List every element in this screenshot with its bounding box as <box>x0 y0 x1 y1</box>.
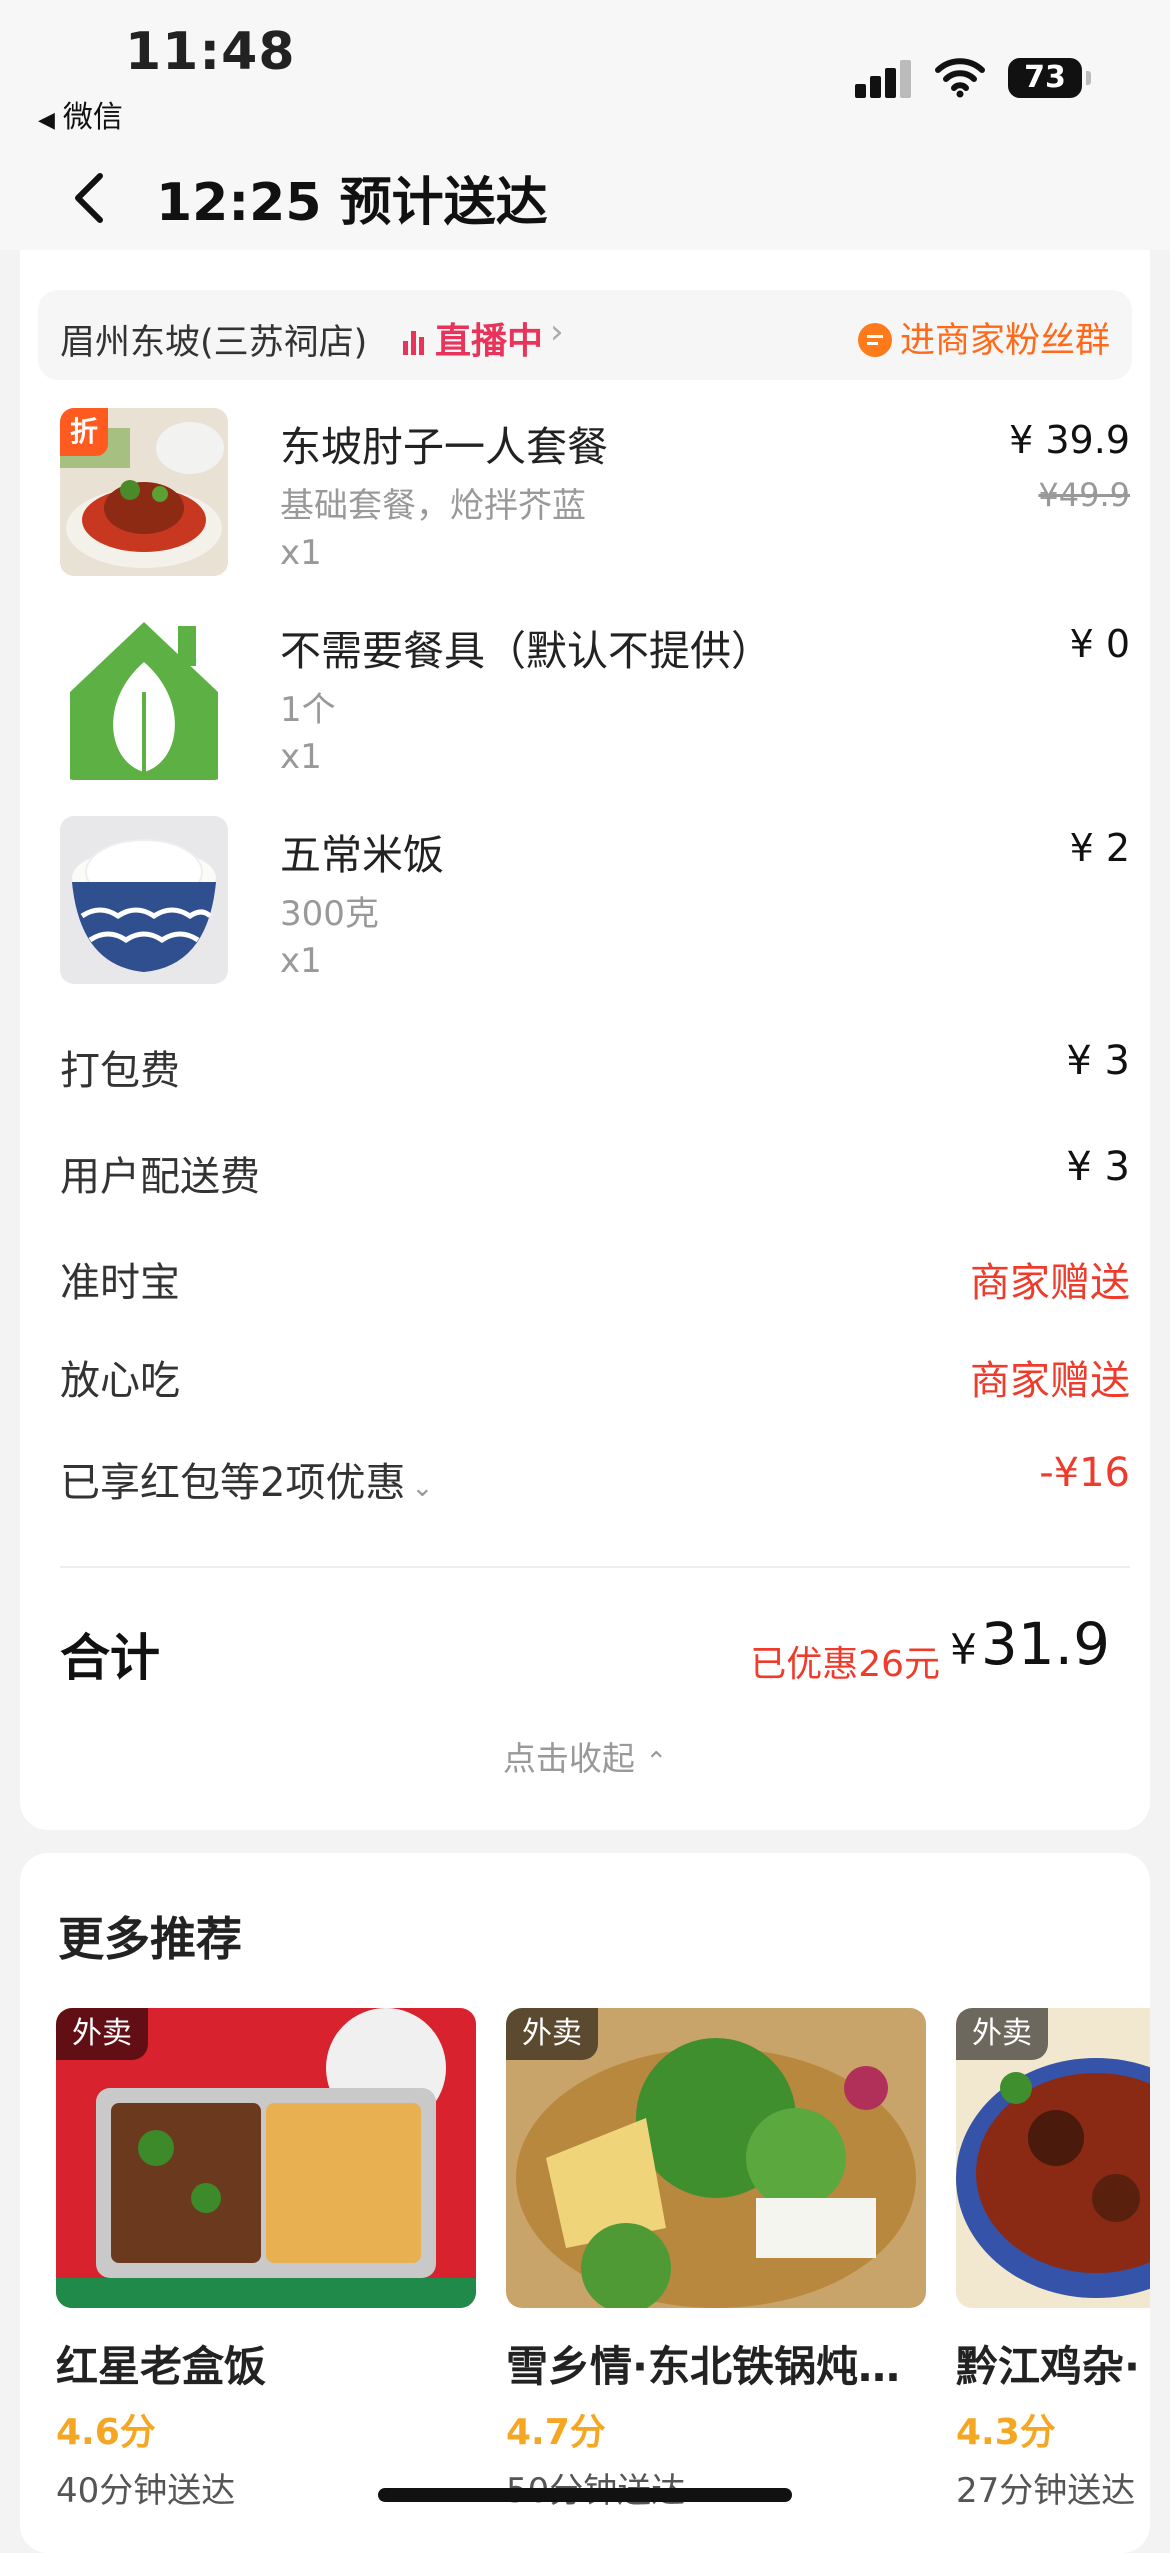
total-amount: ¥31.9 <box>950 1610 1110 1678</box>
order-item: 不需要餐具（默认不提供） 1个 x1 ¥ 0 <box>60 612 1130 782</box>
shop-name[interactable]: 眉州东坡(三苏祠店) <box>60 314 367 365</box>
chevron-right-icon: › <box>550 312 564 352</box>
chevron-up-icon: ⌃ <box>645 1747 668 1777</box>
restaurant-rating: 4.3分 <box>956 2412 1056 2453</box>
recommend-card[interactable]: 外卖 雪乡情·东北铁锅炖… 4.7分 50分钟送达 <box>506 2008 926 2553</box>
currency-symbol: ¥ <box>950 1625 977 1674</box>
item-spec: 1个 <box>280 690 336 730</box>
cellular-signal-icon <box>855 58 915 98</box>
food-safety-row: 放心吃 商家赠送 <box>60 1348 1130 1408</box>
join-fans-group-link[interactable]: 进商家粉丝群 <box>857 312 1110 363</box>
restaurant-rating: 4.6分 <box>56 2412 156 2453</box>
fee-label: 打包费 <box>60 1048 180 1094</box>
order-item: 五常米饭 300克 x1 ¥ 2 <box>60 816 1130 986</box>
chevron-down-icon: ⌄ <box>411 1473 434 1503</box>
takeout-tag: 外卖 <box>956 2008 1048 2060</box>
back-arrow-icon[interactable] <box>60 168 120 228</box>
page-title: 12:25 预计送达 <box>156 173 548 233</box>
item-price: ¥ 39.9 <box>1009 418 1130 462</box>
item-quantity: x1 <box>280 737 322 777</box>
divider <box>60 1566 1130 1568</box>
live-label: 直播中 <box>435 321 544 362</box>
saved-amount: 已优惠26元 <box>750 1644 940 1685</box>
item-original-price: ¥49.9 <box>1038 476 1130 514</box>
fee-label: 已享红包等2项优惠 <box>60 1460 406 1506</box>
restaurant-name: 红星老盒饭 <box>56 2342 267 2391</box>
item-image-pork-knuckle: 折 <box>60 408 228 576</box>
order-item: 折 东坡肘子一人套餐 基础套餐，炝拌芥蓝 x1 ¥ 39.9 ¥49.9 <box>60 408 1130 578</box>
section-title: 更多推荐 <box>58 1912 242 1966</box>
restaurant-image: 外卖 <box>956 2008 1150 2308</box>
recommend-card[interactable]: 外卖 红星老盒饭 4.6分 40分钟送达 <box>56 2008 476 2553</box>
total-label: 合计 <box>60 1629 160 1687</box>
fee-label: 用户配送费 <box>60 1154 260 1200</box>
fee-value: 商家赠送 <box>970 1260 1130 1306</box>
discount-tag: 折 <box>60 408 108 456</box>
restaurant-name: 黔江鸡杂· <box>956 2342 1140 2391</box>
total-value: 31.9 <box>980 1610 1110 1678</box>
status-time: 11:48 <box>125 22 296 82</box>
takeout-tag: 外卖 <box>506 2008 598 2060</box>
collapse-label: 点击收起 <box>502 1739 635 1778</box>
on-time-guarantee-row: 准时宝 商家赠送 <box>60 1250 1130 1310</box>
delivery-fee-row: 用户配送费 ¥ 3 <box>60 1144 1130 1204</box>
item-quantity: x1 <box>280 533 322 573</box>
item-name: 不需要餐具（默认不提供） <box>280 627 772 675</box>
wifi-icon <box>935 58 985 98</box>
discounts-row[interactable]: 已享红包等2项优惠 ⌄ -¥16 <box>60 1450 1130 1510</box>
takeout-tag: 外卖 <box>56 2008 148 2060</box>
fee-value: ¥ 3 <box>1066 1038 1130 1084</box>
fee-label: 准时宝 <box>60 1260 180 1306</box>
shop-bar[interactable]: 眉州东坡(三苏祠店) 直播中 › 进商家粉丝群 <box>38 290 1132 380</box>
home-indicator[interactable] <box>378 2488 792 2502</box>
discounts-toggle[interactable]: 已享红包等2项优惠 ⌄ <box>60 1450 433 1508</box>
fee-label: 放心吃 <box>60 1358 180 1404</box>
fans-label: 进商家粉丝群 <box>899 321 1110 361</box>
packing-fee-row: 打包费 ¥ 3 <box>60 1038 1130 1098</box>
eco-leaf-house-icon <box>60 612 228 780</box>
restaurant-rating: 4.7分 <box>506 2412 606 2453</box>
fee-value: 商家赠送 <box>970 1358 1130 1404</box>
recommendations-card: 更多推荐 外卖 红星老盒饭 4.6分 40分钟送达 外卖 雪乡情·东北铁锅炖… … <box>20 1853 1150 2553</box>
chat-bubble-icon <box>857 323 892 357</box>
back-to-app-link[interactable]: ◀ 微信 <box>38 92 123 136</box>
recommend-card[interactable]: 外卖 黔江鸡杂· 4.3分 27分钟送达 <box>956 2008 1150 2553</box>
collapse-button[interactable]: 点击收起 ⌃ <box>20 1732 1150 1780</box>
item-quantity: x1 <box>280 941 322 981</box>
status-bar: 11:48 ◀ 微信 73 <box>0 0 1170 150</box>
item-price: ¥ 2 <box>1069 826 1130 870</box>
item-spec: 300克 <box>280 894 379 934</box>
battery-indicator: 73 <box>1008 58 1091 98</box>
restaurant-image: 外卖 <box>56 2008 476 2308</box>
fee-value: ¥ 3 <box>1066 1144 1130 1190</box>
item-price: ¥ 0 <box>1069 622 1130 666</box>
live-bars-icon <box>403 329 429 355</box>
discount-value: -¥16 <box>1039 1450 1130 1496</box>
item-name: 五常米饭 <box>280 831 444 879</box>
item-spec: 基础套餐，炝拌芥蓝 <box>280 486 586 526</box>
restaurant-image: 外卖 <box>506 2008 926 2308</box>
restaurant-name: 雪乡情·东北铁锅炖… <box>506 2342 900 2391</box>
item-image-rice-bowl <box>60 816 228 984</box>
order-detail-card: 眉州东坡(三苏祠店) 直播中 › 进商家粉丝群 折 东坡肘子一人套餐 基础套餐，… <box>20 250 1150 1830</box>
back-triangle-icon: ◀ <box>38 108 55 133</box>
item-name: 东坡肘子一人套餐 <box>280 423 608 471</box>
delivery-time: 40分钟送达 <box>56 2471 236 2511</box>
live-badge[interactable]: 直播中 <box>403 312 543 364</box>
nav-bar: 12:25 预计送达 <box>0 150 1170 250</box>
back-app-label: 微信 <box>62 100 123 135</box>
delivery-time: 27分钟送达 <box>956 2471 1136 2511</box>
